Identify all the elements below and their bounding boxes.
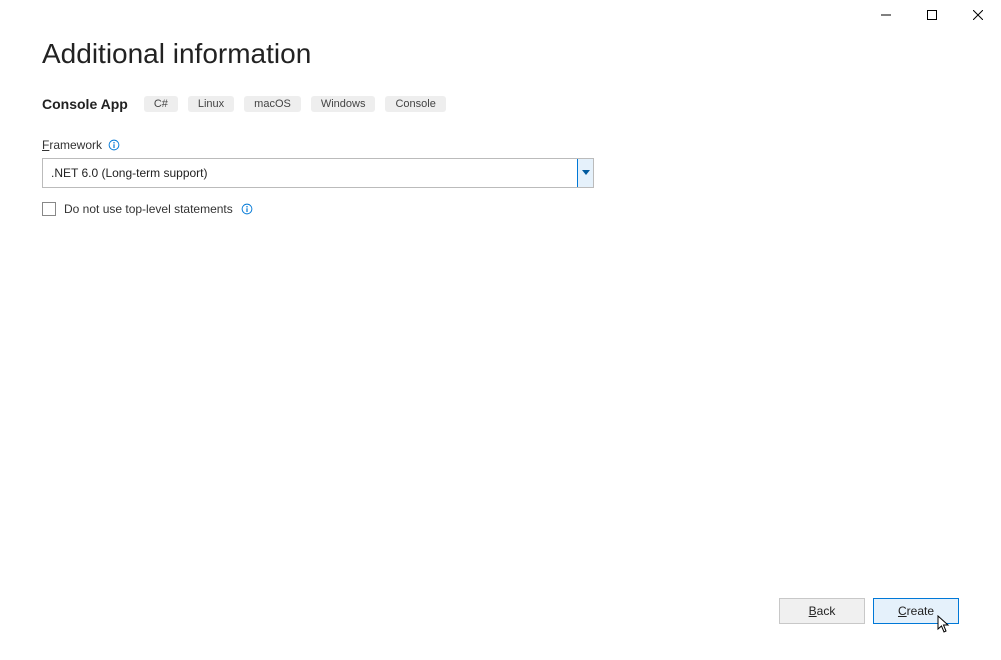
project-template-name: Console App bbox=[42, 96, 128, 112]
maximize-icon bbox=[927, 10, 937, 20]
chevron-down-icon bbox=[582, 170, 590, 176]
project-template-row: Console App C# Linux macOS Windows Conso… bbox=[42, 96, 959, 112]
info-icon[interactable] bbox=[108, 139, 120, 151]
top-level-statements-row: Do not use top-level statements bbox=[42, 202, 959, 216]
close-icon bbox=[973, 10, 983, 20]
tag-macos: macOS bbox=[244, 96, 301, 112]
top-level-statements-label: Do not use top-level statements bbox=[64, 202, 233, 216]
framework-label-row: Framework bbox=[42, 138, 959, 152]
info-icon[interactable] bbox=[241, 203, 253, 215]
footer-buttons: Back Create bbox=[779, 598, 959, 624]
close-button[interactable] bbox=[955, 0, 1001, 30]
framework-label: Framework bbox=[42, 138, 102, 152]
framework-dropdown[interactable]: .NET 6.0 (Long-term support) bbox=[42, 158, 594, 188]
minimize-icon bbox=[881, 10, 891, 20]
window-controls bbox=[863, 0, 1001, 30]
tag-linux: Linux bbox=[188, 96, 234, 112]
dropdown-toggle-button[interactable] bbox=[577, 159, 593, 187]
back-button[interactable]: Back bbox=[779, 598, 865, 624]
minimize-button[interactable] bbox=[863, 0, 909, 30]
tag-csharp: C# bbox=[144, 96, 178, 112]
tag-windows: Windows bbox=[311, 96, 376, 112]
top-level-statements-checkbox[interactable] bbox=[42, 202, 56, 216]
tag-console: Console bbox=[385, 96, 445, 112]
maximize-button[interactable] bbox=[909, 0, 955, 30]
page-title: Additional information bbox=[42, 38, 959, 70]
create-button[interactable]: Create bbox=[873, 598, 959, 624]
framework-selected-value: .NET 6.0 (Long-term support) bbox=[43, 159, 577, 187]
